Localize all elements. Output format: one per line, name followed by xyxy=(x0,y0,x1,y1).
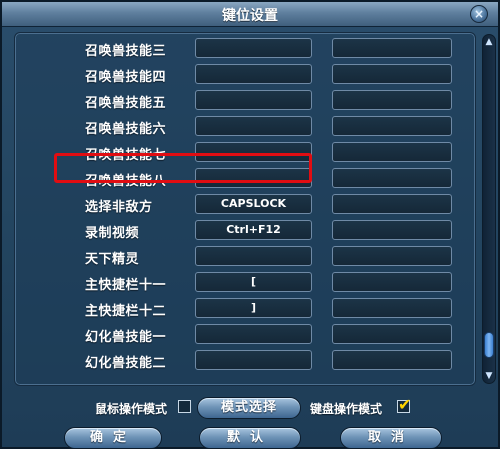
primary-key-field[interactable] xyxy=(195,168,312,188)
primary-key-field[interactable]: Ctrl+F12 xyxy=(195,220,312,240)
ok-button[interactable]: 确定 xyxy=(64,427,162,449)
keybind-label: 幻化兽技能一 xyxy=(85,330,167,345)
primary-key-field[interactable] xyxy=(195,246,312,266)
primary-key-field[interactable] xyxy=(195,116,312,136)
primary-key-field[interactable]: [ xyxy=(195,272,312,292)
secondary-key-field[interactable] xyxy=(332,116,452,136)
secondary-key-field[interactable] xyxy=(332,168,452,188)
keybind-label: 天下精灵 xyxy=(85,252,140,267)
keybind-row: 幻化兽技能一 xyxy=(15,322,475,348)
keybind-row: 主快捷栏十一 [ xyxy=(15,270,475,296)
scrollbar[interactable]: ▲ ▼ xyxy=(482,34,496,384)
keybind-label: 主快捷栏十二 xyxy=(85,304,167,319)
keybind-row: 召唤兽技能七 xyxy=(15,140,475,166)
keybind-row: 召唤兽技能八 xyxy=(15,166,475,192)
keybind-row: 召唤兽技能六 xyxy=(15,114,475,140)
secondary-key-field[interactable] xyxy=(332,142,452,162)
primary-key-field[interactable] xyxy=(195,324,312,344)
keybind-label: 选择非敌方 xyxy=(85,200,153,215)
scrollbar-thumb[interactable] xyxy=(484,332,494,358)
checkmark-icon: ✔ xyxy=(398,395,412,414)
secondary-key-field[interactable] xyxy=(332,324,452,344)
primary-key-field[interactable]: CAPSLOCK xyxy=(195,194,312,214)
mouse-mode-checkbox[interactable] xyxy=(178,400,191,413)
keybind-label: 幻化兽技能二 xyxy=(85,356,167,371)
primary-key-field[interactable] xyxy=(195,142,312,162)
keybind-label: 召唤兽技能四 xyxy=(85,70,167,85)
primary-key-field[interactable]: ] xyxy=(195,298,312,318)
close-icon[interactable]: × xyxy=(474,7,484,21)
keybind-list: 召唤兽技能三 召唤兽技能四 召唤兽技能五 召唤兽技能六 召唤兽技能七 召唤兽技能… xyxy=(14,32,476,386)
mouse-mode-label: 鼠标操作模式 xyxy=(95,402,168,416)
default-button[interactable]: 默认 xyxy=(199,427,301,449)
scroll-up-icon[interactable]: ▲ xyxy=(483,36,495,48)
keybind-label: 召唤兽技能七 xyxy=(85,148,167,163)
keybind-row: 召唤兽技能五 xyxy=(15,88,475,114)
keybind-row: 天下精灵 xyxy=(15,244,475,270)
keybind-label: 召唤兽技能八 xyxy=(85,174,167,189)
keybind-label: 录制视频 xyxy=(85,226,140,241)
secondary-key-field[interactable] xyxy=(332,298,452,318)
secondary-key-field[interactable] xyxy=(332,246,452,266)
primary-key-field[interactable] xyxy=(195,64,312,84)
close-button[interactable]: × xyxy=(470,5,488,23)
secondary-key-field[interactable] xyxy=(332,90,452,110)
keybind-row: 召唤兽技能三 xyxy=(15,36,475,62)
keybind-row: 召唤兽技能四 xyxy=(15,62,475,88)
scroll-down-icon[interactable]: ▼ xyxy=(483,370,495,382)
keybind-row: 主快捷栏十二 ] xyxy=(15,296,475,322)
secondary-key-field[interactable] xyxy=(332,272,452,292)
primary-key-field[interactable] xyxy=(195,350,312,370)
keybind-label: 召唤兽技能五 xyxy=(85,96,167,111)
keyboard-mode-checkbox[interactable]: ✔ xyxy=(397,395,411,414)
secondary-key-field[interactable] xyxy=(332,220,452,240)
cancel-button[interactable]: 取消 xyxy=(340,427,442,449)
primary-key-field[interactable] xyxy=(195,38,312,58)
secondary-key-field[interactable] xyxy=(332,350,452,370)
primary-key-field[interactable] xyxy=(195,90,312,110)
window-title: 键位设置 xyxy=(222,8,278,24)
keyboard-mode-label: 键盘操作模式 xyxy=(310,402,383,416)
keybind-row: 录制视频 Ctrl+F12 xyxy=(15,218,475,244)
title-bar[interactable]: 键位设置 × xyxy=(2,2,498,27)
mode-select-button[interactable]: 模式选择 xyxy=(197,397,301,419)
keybind-label: 召唤兽技能六 xyxy=(85,122,167,137)
keybind-row-selected: 选择非敌方 CAPSLOCK xyxy=(15,192,475,218)
secondary-key-field[interactable] xyxy=(332,194,452,214)
keybind-label: 召唤兽技能三 xyxy=(85,44,167,59)
keybind-row: 幻化兽技能二 xyxy=(15,348,475,374)
secondary-key-field[interactable] xyxy=(332,38,452,58)
keybind-settings-window: 键位设置 × 召唤兽技能三 召唤兽技能四 召唤兽技能五 召唤兽技能六 召唤兽技能… xyxy=(0,0,500,449)
secondary-key-field[interactable] xyxy=(332,64,452,84)
keybind-label: 主快捷栏十一 xyxy=(85,278,167,293)
